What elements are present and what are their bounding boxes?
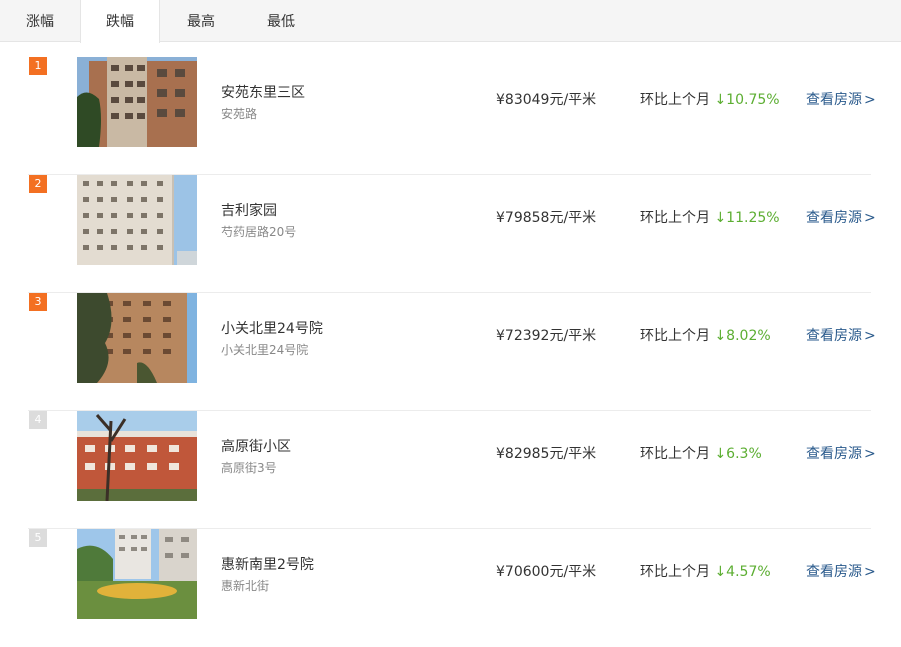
tab-highest[interactable]: 最高 bbox=[161, 0, 241, 42]
list-item: 2 吉利家园 芍药居路20号 ¥79858元/平米 环比上个月 ↓11.25% … bbox=[0, 175, 901, 293]
change-value: ↓10.75% bbox=[714, 92, 780, 108]
community-name[interactable]: 安苑东里三区 bbox=[221, 82, 305, 102]
community-name[interactable]: 小关北里24号院 bbox=[221, 318, 323, 338]
trend-label: 环比上个月 bbox=[640, 446, 710, 462]
rank-badge: 1 bbox=[29, 57, 47, 75]
change-value: ↓8.02% bbox=[714, 328, 771, 344]
community-photo[interactable] bbox=[77, 57, 197, 147]
community-photo[interactable] bbox=[77, 293, 197, 383]
view-listings-label: 查看房源 bbox=[806, 92, 862, 108]
community-photo[interactable] bbox=[77, 175, 197, 265]
view-listings-label: 查看房源 bbox=[806, 446, 862, 462]
chevron-right-icon: > bbox=[864, 210, 876, 226]
trend-label: 环比上个月 bbox=[640, 92, 710, 108]
community-name[interactable]: 高原街小区 bbox=[221, 436, 291, 456]
month-change: 环比上个月 ↓6.3% bbox=[640, 443, 762, 463]
view-listings-link[interactable]: 查看房源 > bbox=[806, 207, 876, 227]
community-address: 芍药居路20号 bbox=[221, 225, 297, 239]
view-listings-label: 查看房源 bbox=[806, 210, 862, 226]
unit-price: ¥82985元/平米 bbox=[496, 446, 597, 462]
ranking-tabs: 涨幅 跌幅 最高 最低 bbox=[0, 0, 901, 43]
unit-price: ¥83049元/平米 bbox=[496, 92, 597, 108]
month-change: 环比上个月 ↓8.02% bbox=[640, 325, 771, 345]
chevron-right-icon: > bbox=[864, 92, 876, 108]
tab-fall[interactable]: 跌幅 bbox=[80, 0, 160, 43]
trend-label: 环比上个月 bbox=[640, 210, 710, 226]
community-address: 惠新北街 bbox=[221, 579, 270, 593]
unit-price: ¥79858元/平米 bbox=[496, 210, 597, 226]
month-change: 环比上个月 ↓4.57% bbox=[640, 561, 771, 581]
list-item: 5 惠新南里2号院 惠新北街 ¥70600元/平米 环比上个月 ↓4.57% 查… bbox=[0, 529, 901, 647]
change-value: ↓11.25% bbox=[714, 210, 780, 226]
unit-price: ¥70600元/平米 bbox=[496, 564, 597, 580]
community-name[interactable]: 惠新南里2号院 bbox=[221, 554, 314, 574]
view-listings-label: 查看房源 bbox=[806, 328, 862, 344]
month-change: 环比上个月 ↓10.75% bbox=[640, 89, 780, 109]
trend-label: 环比上个月 bbox=[640, 564, 710, 580]
view-listings-link[interactable]: 查看房源 > bbox=[806, 89, 876, 109]
community-address: 安苑路 bbox=[221, 107, 258, 121]
tab-lowest[interactable]: 最低 bbox=[241, 0, 321, 42]
rank-badge: 4 bbox=[29, 411, 47, 429]
community-photo[interactable] bbox=[77, 411, 197, 501]
community-address: 小关北里24号院 bbox=[221, 343, 309, 357]
rank-badge: 5 bbox=[29, 529, 47, 547]
list-item: 3 小关北里24号院 小关北里24号院 ¥72392元/平米 环比上个月 ↓8.… bbox=[0, 293, 901, 411]
view-listings-link[interactable]: 查看房源 > bbox=[806, 561, 876, 581]
trend-label: 环比上个月 bbox=[640, 328, 710, 344]
rank-badge: 2 bbox=[29, 175, 47, 193]
month-change: 环比上个月 ↓11.25% bbox=[640, 207, 780, 227]
list-item: 4 高原街小区 高原街3号 ¥82985元/平米 环比上个月 ↓6.3% 查看房… bbox=[0, 411, 901, 529]
change-value: ↓6.3% bbox=[714, 446, 762, 462]
chevron-right-icon: > bbox=[864, 564, 876, 580]
view-listings-link[interactable]: 查看房源 > bbox=[806, 443, 876, 463]
chevron-right-icon: > bbox=[864, 446, 876, 462]
rank-badge: 3 bbox=[29, 293, 47, 311]
view-listings-label: 查看房源 bbox=[806, 564, 862, 580]
change-value: ↓4.57% bbox=[714, 564, 771, 580]
tab-rise[interactable]: 涨幅 bbox=[0, 0, 80, 42]
community-photo[interactable] bbox=[77, 529, 197, 619]
list-item: 1 安苑东里三区 安苑路 ¥83049元/平米 环比上个月 ↓10.75% 查看… bbox=[0, 57, 901, 175]
unit-price: ¥72392元/平米 bbox=[496, 328, 597, 344]
chevron-right-icon: > bbox=[864, 328, 876, 344]
view-listings-link[interactable]: 查看房源 > bbox=[806, 325, 876, 345]
community-name[interactable]: 吉利家园 bbox=[221, 200, 277, 220]
community-address: 高原街3号 bbox=[221, 461, 277, 475]
